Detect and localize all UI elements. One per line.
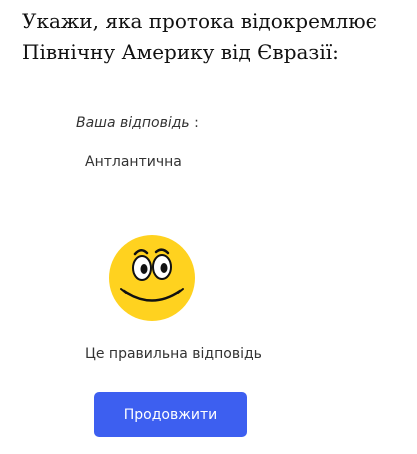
your-answer-label: Ваша відповідь : — [76, 115, 199, 131]
smiley-right-pupil — [160, 263, 168, 273]
question-text: Укажи, яка протока відокремлює Північну … — [22, 6, 412, 68]
smiley-face-circle — [109, 235, 195, 321]
question-line-2: Північну Америку від Євразії: — [22, 40, 339, 64]
feedback-text: Це правильна відповідь — [85, 346, 262, 362]
question-line-1: Укажи, яка протока відокремлює — [22, 9, 377, 33]
smiley-face-icon — [109, 235, 195, 321]
your-answer-label-text: Ваша відповідь — [76, 115, 190, 131]
continue-button[interactable]: Продовжити — [94, 392, 247, 437]
your-answer-value: Антлантична — [85, 154, 182, 170]
your-answer-separator: : — [189, 115, 199, 131]
smiley-left-pupil — [140, 264, 148, 274]
